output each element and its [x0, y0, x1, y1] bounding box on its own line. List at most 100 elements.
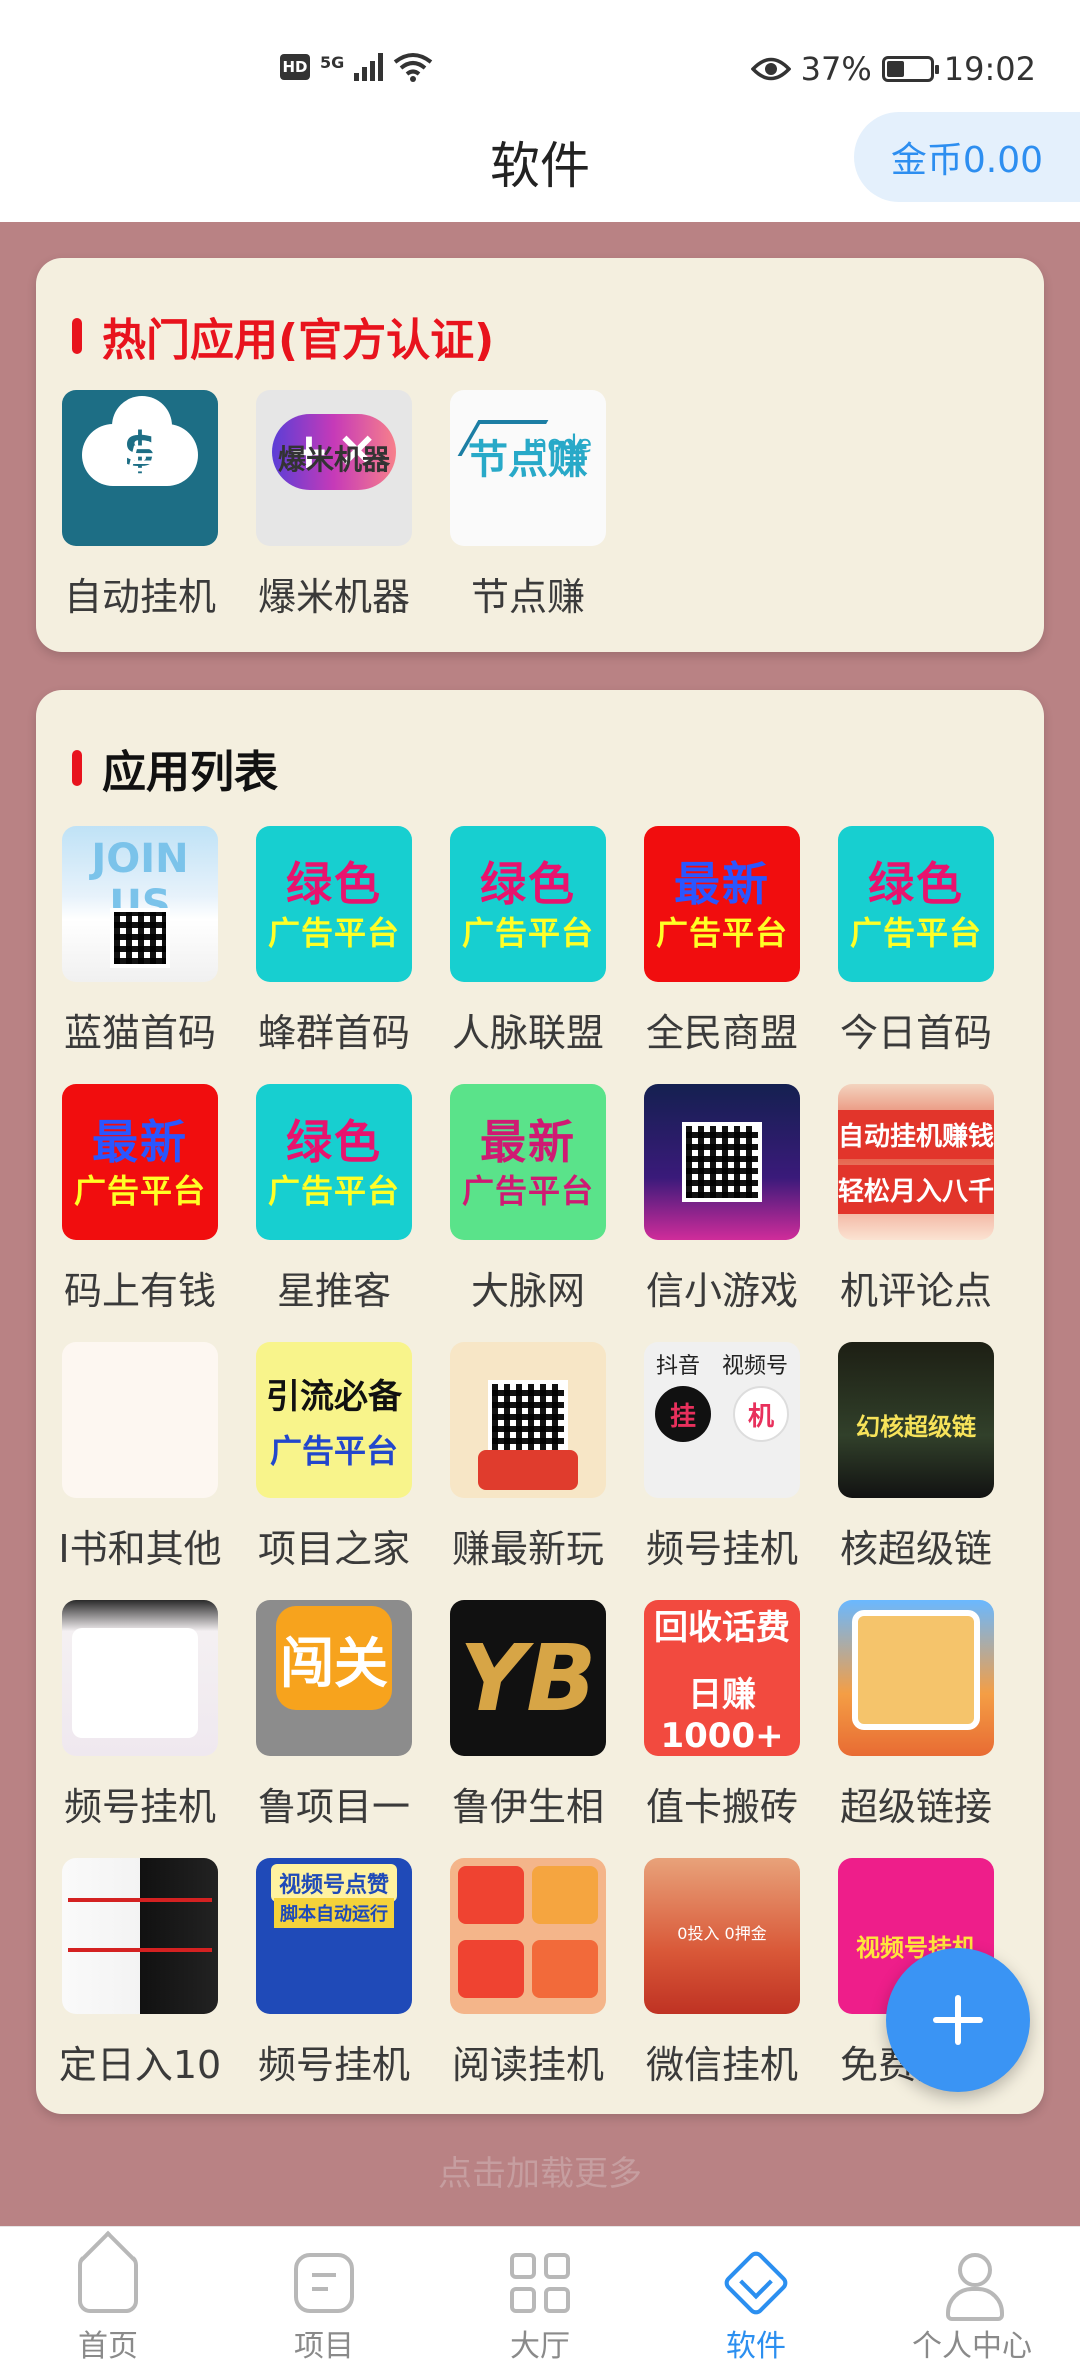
- app-tile[interactable]: 绿色 广告平台 人脉联盟: [438, 826, 618, 1057]
- gamepad-icon: 爆米机器: [256, 390, 412, 546]
- signal-icon: [354, 53, 384, 81]
- app-label: 频号挂机: [257, 2043, 410, 2087]
- app-tile[interactable]: 抖音 视频号 挂机 频号挂机: [632, 1342, 812, 1573]
- nav-label: 个人中心: [912, 2329, 1032, 2364]
- app-label: 今日首码: [839, 1011, 992, 1055]
- qr-code-icon: [644, 1084, 800, 1240]
- ad-platform-icon: 最新 广告平台: [450, 1084, 606, 1240]
- phone-screenshot-icon: [62, 1600, 218, 1756]
- document-icon: [294, 2253, 354, 2313]
- app-tile[interactable]: 阅读挂机: [438, 1858, 618, 2089]
- app-tile[interactable]: node 节点赚 节点赚: [438, 390, 618, 621]
- eye-icon: [750, 57, 791, 81]
- app-tile[interactable]: I书和其他: [50, 1342, 230, 1573]
- battery-icon: [881, 56, 939, 82]
- app-label: 阅读挂机: [451, 2043, 604, 2087]
- network-type: 5G: [320, 52, 345, 72]
- app-tile[interactable]: 最新 广告平台 大脉网: [438, 1084, 618, 1315]
- app-label: 值卡搬砖: [645, 1785, 798, 1829]
- app-tile[interactable]: 信小游戏: [632, 1084, 812, 1315]
- home-icon: [78, 2253, 138, 2313]
- nav-profile[interactable]: 个人中心: [864, 2227, 1080, 2376]
- toys-icon: [838, 1600, 994, 1756]
- app-tile[interactable]: 引流必备 广告平台 项目之家: [244, 1342, 424, 1573]
- wechat-promo-icon: 0投入 0押金: [644, 1858, 800, 2014]
- app-tile[interactable]: 视频号点赞 脚本自动运行 频号挂机: [244, 1858, 424, 2089]
- app-tile[interactable]: JOIN US 蓝猫首码: [50, 826, 230, 1057]
- app-tile[interactable]: 绿色 广告平台 蜂群首码: [244, 826, 424, 1057]
- app-tile[interactable]: 赚最新玩: [438, 1342, 618, 1573]
- app-tile[interactable]: 频号挂机: [50, 1600, 230, 1831]
- app-tile[interactable]: 回收话费 日赚1000+ 值卡搬砖: [632, 1600, 812, 1831]
- battery-percent: 37%: [800, 50, 872, 88]
- ad-platform-icon: 绿色 广告平台: [838, 826, 994, 982]
- bottom-nav: 首页 项目 大厅 软件 个人中心: [0, 2226, 1080, 2376]
- app-label: 码上有钱: [63, 1269, 216, 1313]
- coin-balance-button[interactable]: 金币0.00: [854, 112, 1080, 202]
- app-tile[interactable]: 最新 广告平台 码上有钱: [50, 1084, 230, 1315]
- status-right: 37% 19:02: [750, 50, 1036, 88]
- clock: 19:02: [943, 50, 1036, 88]
- hd-icon: HD: [280, 54, 310, 80]
- app-label: 超级链接: [839, 1785, 992, 1829]
- nav-home[interactable]: 首页: [0, 2227, 216, 2376]
- app-tile[interactable]: 0投入 0押金 微信挂机: [632, 1858, 812, 2089]
- section-marker: [72, 318, 82, 354]
- app-label: 人脉联盟: [451, 1011, 604, 1055]
- user-icon: [942, 2253, 1004, 2321]
- cloud-dollar-icon: $ 云自动: [62, 390, 218, 546]
- nav-software[interactable]: 软件: [648, 2227, 864, 2376]
- status-left: HD 5G: [280, 52, 433, 82]
- nav-projects[interactable]: 项目: [216, 2227, 432, 2376]
- wifi-icon: [394, 53, 433, 82]
- app-tile[interactable]: 幻核超级链 核超级链: [826, 1342, 1006, 1573]
- recharge-icon: 回收话费 日赚1000+: [644, 1600, 800, 1756]
- app-label: 定日入10: [58, 2043, 222, 2087]
- app-label: 信小游戏: [645, 1269, 798, 1313]
- app-label: 项目之家: [257, 1527, 410, 1571]
- status-bar: HD 5G 37% 19:02: [0, 0, 1080, 112]
- app-tile[interactable]: 自动挂机赚钱 轻松月入八千 机评论点: [826, 1084, 1006, 1315]
- section-title-hot: 热门应用(官方认证): [72, 304, 494, 368]
- ad-platform-icon: 绿色 广告平台: [256, 1084, 412, 1240]
- app-label: 微信挂机: [645, 2043, 798, 2087]
- nav-hall[interactable]: 大厅: [432, 2227, 648, 2376]
- app-label: I书和其他: [58, 1527, 222, 1571]
- nav-label: 软件: [726, 2329, 786, 2364]
- cube-icon: [721, 2248, 791, 2318]
- app-tile[interactable]: $ 云自动 自动挂机: [50, 390, 230, 621]
- app-tile[interactable]: 闯关 鲁项目一: [244, 1600, 424, 1831]
- ad-platform-icon: 绿色 广告平台: [450, 826, 606, 982]
- app-tile[interactable]: 绿色 广告平台 星推客: [244, 1084, 424, 1315]
- receipt-icon: [62, 1858, 218, 2014]
- app-label: 星推客: [276, 1269, 391, 1313]
- app-tile[interactable]: YB 鲁伊生相: [438, 1600, 618, 1831]
- app-tile[interactable]: 定日入10: [50, 1858, 230, 2089]
- tiktok-video-icon: 抖音 视频号 挂机: [644, 1342, 800, 1498]
- app-label: 机评论点: [839, 1269, 992, 1313]
- load-more-button[interactable]: 点击加载更多: [0, 2146, 1080, 2195]
- ad-platform-icon: 引流必备 广告平台: [256, 1342, 412, 1498]
- list-section-title: 应用列表: [102, 747, 278, 798]
- hot-apps-card: 热门应用(官方认证) $ 云自动 自动挂机 爆米机器 爆米机器 node 节点赚…: [36, 258, 1044, 652]
- nav-label: 大厅: [510, 2329, 570, 2364]
- app-label: 频号挂机: [63, 1785, 216, 1829]
- app-label: 鲁伊生相: [451, 1785, 604, 1829]
- app-label: 频号挂机: [645, 1527, 798, 1571]
- app-tile[interactable]: 超级链接: [826, 1600, 1006, 1831]
- ad-platform-icon: 绿色 广告平台: [256, 826, 412, 982]
- add-fab-button[interactable]: [886, 1948, 1030, 2092]
- game-poster-icon: [450, 1342, 606, 1498]
- app-tile[interactable]: 绿色 广告平台 今日首码: [826, 826, 1006, 1057]
- app-list-card: 应用列表 JOIN US 蓝猫首码 绿色 广告平台 蜂群首码 绿色 广告平台 人脉联…: [36, 690, 1044, 2114]
- dark-poster-icon: 幻核超级链: [838, 1342, 994, 1498]
- app-tile[interactable]: 爆米机器 爆米机器: [244, 390, 424, 621]
- app-label: 爆米机器: [257, 575, 410, 619]
- ad-platform-icon: 最新 广告平台: [62, 1084, 218, 1240]
- yb-logo-icon: YB: [450, 1600, 606, 1756]
- promo-banner-icon: 自动挂机赚钱 轻松月入八千: [838, 1084, 994, 1240]
- app-tile[interactable]: 最新 广告平台 全民商盟: [632, 826, 812, 1057]
- reading-rewards-icon: [450, 1858, 606, 2014]
- nav-label: 项目: [294, 2329, 354, 2364]
- app-label: 大脉网: [470, 1269, 585, 1313]
